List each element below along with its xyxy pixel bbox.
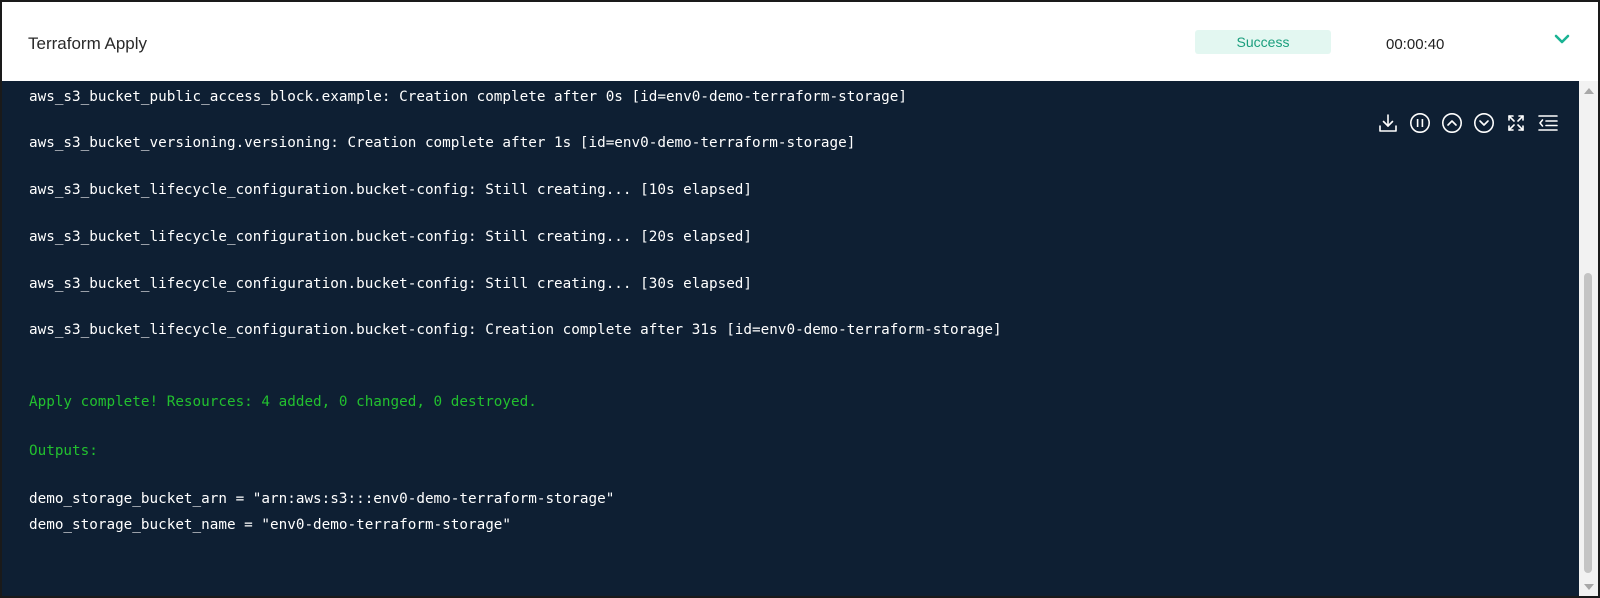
- output-line: demo_storage_bucket_name = "env0-demo-te…: [29, 517, 512, 533]
- log-line: aws_s3_bucket_lifecycle_configuration.bu…: [29, 229, 753, 245]
- scrollbar-thumb[interactable]: [1584, 273, 1592, 573]
- output-line: demo_storage_bucket_arn = "arn:aws:s3:::…: [29, 491, 615, 507]
- log-line: aws_s3_bucket_lifecycle_configuration.bu…: [29, 182, 753, 198]
- scroll-arrow-down-icon[interactable]: [1584, 584, 1594, 590]
- outputs-heading: Outputs:: [29, 443, 98, 459]
- log-line: aws_s3_bucket_public_access_block.exampl…: [29, 89, 907, 105]
- log-console[interactable]: aws_s3_bucket_public_access_block.exampl…: [2, 81, 1579, 596]
- log-line: aws_s3_bucket_versioning.versioning: Cre…: [29, 135, 856, 151]
- step-header[interactable]: Terraform Apply Success 00:00:40: [2, 2, 1598, 81]
- log-line: aws_s3_bucket_lifecycle_configuration.bu…: [29, 276, 753, 292]
- step-title: Terraform Apply: [28, 34, 148, 53]
- scroll-down-icon[interactable]: [1473, 112, 1495, 134]
- pause-icon[interactable]: [1409, 112, 1431, 134]
- chevron-down-icon[interactable]: [1552, 32, 1572, 48]
- download-icon[interactable]: [1377, 112, 1399, 134]
- fullscreen-icon[interactable]: [1505, 112, 1527, 134]
- deployment-step-panel: Terraform Apply Success 00:00:40 aws_s3_…: [0, 0, 1600, 598]
- status-badge: Success: [1195, 30, 1331, 54]
- scroll-arrow-up-icon[interactable]: [1584, 88, 1594, 94]
- step-duration: 00:00:40: [1386, 36, 1445, 53]
- log-line: aws_s3_bucket_lifecycle_configuration.bu…: [29, 322, 1002, 338]
- vertical-scrollbar[interactable]: [1579, 81, 1598, 596]
- collapse-list-icon[interactable]: [1537, 112, 1559, 134]
- log-toolbar: [1377, 112, 1559, 134]
- scroll-up-icon[interactable]: [1441, 112, 1463, 134]
- apply-complete-line: Apply complete! Resources: 4 added, 0 ch…: [29, 394, 537, 410]
